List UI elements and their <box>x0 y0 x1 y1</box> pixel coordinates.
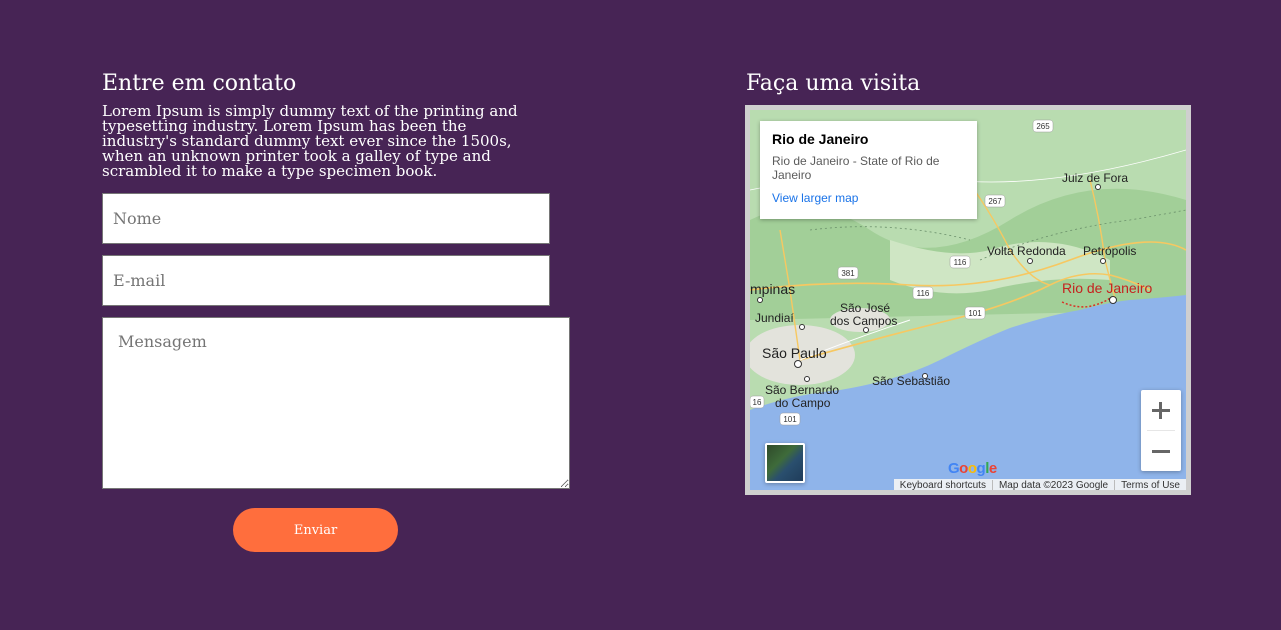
visit-title: Faça uma visita <box>746 71 921 96</box>
contact-title: Entre em contato <box>102 71 297 96</box>
place-title: Rio de Janeiro <box>772 131 869 147</box>
minus-icon <box>1152 450 1170 453</box>
city-label: Jundiaí <box>755 311 794 325</box>
city-label: São José <box>840 301 890 315</box>
terms-link[interactable]: Terms of Use <box>1114 480 1186 490</box>
city-label: Juiz de Fora <box>1062 171 1128 185</box>
contact-description: Lorem Ipsum is simply dummy text of the … <box>102 102 518 180</box>
contact-section: Entre em contato Lorem Ipsum is simply d… <box>102 70 572 179</box>
submit-button[interactable]: Enviar <box>233 508 398 552</box>
road-shield: 101 <box>968 309 982 318</box>
road-shield: 265 <box>1036 122 1050 131</box>
road-shield: 101 <box>783 415 797 424</box>
google-logo: Google <box>948 460 997 477</box>
city-label: São Paulo <box>762 345 827 361</box>
city-label: São Sebastião <box>872 374 950 388</box>
road-shield: 267 <box>988 197 1002 206</box>
map-info-card: Rio de Janeiro Rio de Janeiro - State of… <box>760 121 977 219</box>
road-shield: 381 <box>841 269 855 278</box>
zoom-controls <box>1141 390 1181 471</box>
message-textarea[interactable] <box>102 317 570 489</box>
city-label: do Campo <box>775 396 831 410</box>
satellite-layer-toggle[interactable] <box>765 443 805 483</box>
map-attribution: Keyboard shortcuts Map data ©2023 Google… <box>893 479 1186 490</box>
name-input[interactable] <box>102 193 550 244</box>
zoom-in-button[interactable] <box>1141 390 1181 430</box>
map-data-text: Map data ©2023 Google <box>991 480 1114 490</box>
view-larger-map-link[interactable]: View larger map <box>772 191 858 205</box>
place-address: Rio de Janeiro - State of Rio de Janeiro <box>772 154 940 182</box>
city-label: São Bernardo <box>765 383 839 397</box>
road-shield: 16 <box>753 398 762 407</box>
city-label: dos Campos <box>830 314 897 328</box>
city-label-rio: Rio de Janeiro <box>1062 280 1152 296</box>
keyboard-shortcuts-link[interactable]: Keyboard shortcuts <box>894 480 992 490</box>
city-label: Volta Redonda <box>987 244 1066 258</box>
map-embed[interactable]: 265 267 381 116 116 101 101 16 Juiz de F… <box>745 105 1191 495</box>
city-label: Petrópolis <box>1083 244 1136 258</box>
road-shield: 116 <box>954 258 967 267</box>
city-label: mpinas <box>750 281 795 297</box>
road-shield: 116 <box>917 289 930 298</box>
zoom-out-button[interactable] <box>1141 431 1181 471</box>
email-input[interactable] <box>102 255 550 306</box>
